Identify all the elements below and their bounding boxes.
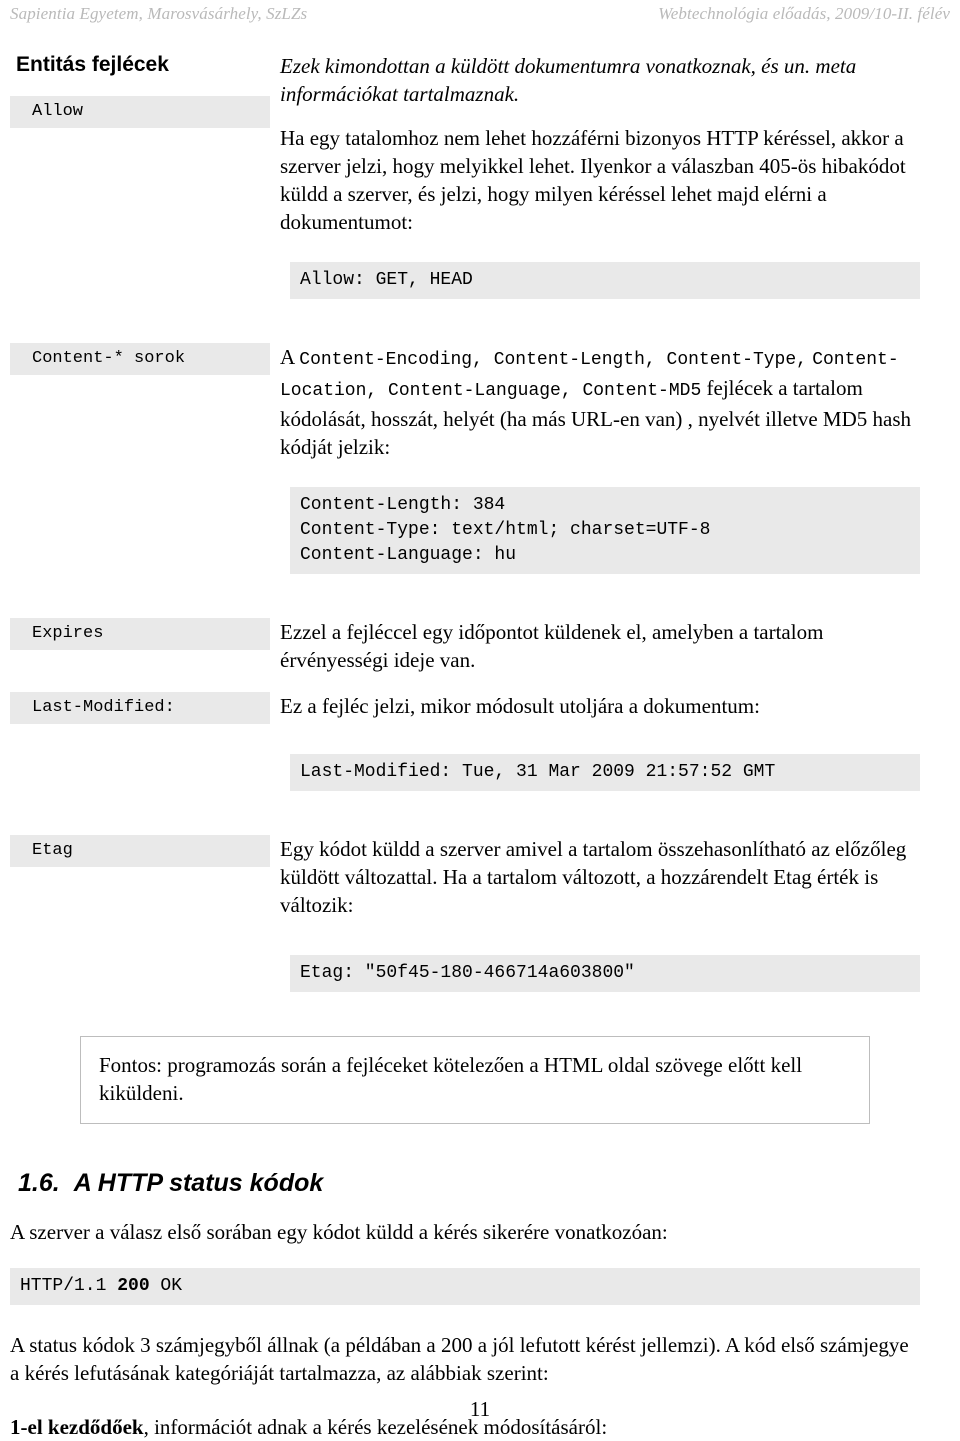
code-etag-example: Etag: "50f45-180-466714a603800" [290,955,920,992]
code-content-example: Content-Length: 384 Content-Type: text/h… [290,487,920,574]
allow-paragraph: Ha egy tatalomhoz nem lehet hozzáférni b… [280,126,906,234]
header-label-etag: Etag [10,835,270,867]
status-codes-explanation: A status kódok 3 számjegyből állnak (a p… [10,1333,909,1385]
section-status-codes: 1.6. A HTTP status kódok A szerver a vála… [0,1168,960,1246]
etag-paragraph: Egy kódot küldd a szerver amivel a tarta… [280,837,907,917]
allow-left-column: Entitás fejlécek Allow [0,52,280,128]
section-number: 1.6. [18,1169,60,1197]
content-star-paragraph: A Content-Encoding, Content-Length, Cont… [280,343,920,461]
code-http-suffix: OK [149,1276,183,1296]
header-label-content-star: Content-* sorok [10,343,270,375]
section-heading-text: A HTTP status kódok [73,1169,324,1197]
page-title: Entitás fejlécek [16,53,169,76]
content-star-right-column: A Content-Encoding, Content-Length, Cont… [280,343,960,461]
etag-right-column: Egy kódot küldd a szerver amivel a tarta… [280,835,960,919]
header-label-last-modified: Last-Modified: [10,692,270,724]
section-allow: Entitás fejlécek Allow Ezek kimondottan … [0,52,960,236]
expires-right-column: Ezzel a fejléccel egy időpontot küldenek… [280,618,960,674]
important-callout-text: Fontos: programozás során a fejléceket k… [99,1053,803,1105]
header-label-allow: Allow [10,96,270,128]
last-modified-paragraph: Ez a fejléc jelzi, mikor módosult utoljá… [280,694,760,718]
code-last-modified-example: Last-Modified: Tue, 31 Mar 2009 21:57:52… [290,754,920,791]
running-head-right: Webtechnológia előadás, 2009/10-II. félé… [658,4,950,23]
content-star-left-column: Content-* sorok [0,343,280,375]
page-number: 11 [469,1397,491,1421]
section-expires: Expires Ezzel a fejléccel egy időpontot … [0,618,960,674]
content-star-lead: A [280,345,300,369]
header-label-expires: Expires [10,618,270,650]
content-star-headers-line1: Content-Encoding, Content-Length, Conten… [299,350,807,370]
expires-paragraph: Ezzel a fejléccel egy időpontot küldenek… [280,620,824,672]
status-codes-explanation-block: A status kódok 3 számjegyből állnak (a p… [0,1331,960,1441]
code-http-status-line: HTTP/1.1 200 OK [10,1268,920,1305]
running-head: Sapientia Egyetem, Marosvásárhely, SzLZs… [10,4,950,28]
entity-headers-intro: Ezek kimondottan a küldött dokumentumra … [280,54,857,106]
section-heading-status-codes: 1.6. A HTTP status kódok [10,1168,920,1198]
running-head-left: Sapientia Egyetem, Marosvásárhely, SzLZs [10,4,308,23]
code-allow-example: Allow: GET, HEAD [290,262,920,299]
last-modified-right-column: Ez a fejléc jelzi, mikor módosult utoljá… [280,692,960,720]
section-content-star: Content-* sorok A Content-Encoding, Cont… [0,343,960,461]
etag-left-column: Etag [0,835,280,867]
last-modified-left-column: Last-Modified: [0,692,280,724]
status-codes-intro: A szerver a válasz első sorában egy kódo… [10,1220,668,1244]
allow-right-column: Ezek kimondottan a küldött dokumentumra … [280,52,960,236]
section-last-modified: Last-Modified: Ez a fejléc jelzi, mikor … [0,692,960,724]
page-content: Entitás fejlécek Allow Ezek kimondottan … [0,52,960,1441]
code-http-status-number: 200 [117,1276,150,1296]
section-etag: Etag Egy kódot küldd a szerver amivel a … [0,835,960,919]
important-callout: Fontos: programozás során a fejléceket k… [80,1036,870,1124]
expires-left-column: Expires [0,618,280,650]
code-http-prefix: HTTP/1.1 [20,1276,118,1296]
content-star-tail-word: fejlécek [701,376,773,400]
